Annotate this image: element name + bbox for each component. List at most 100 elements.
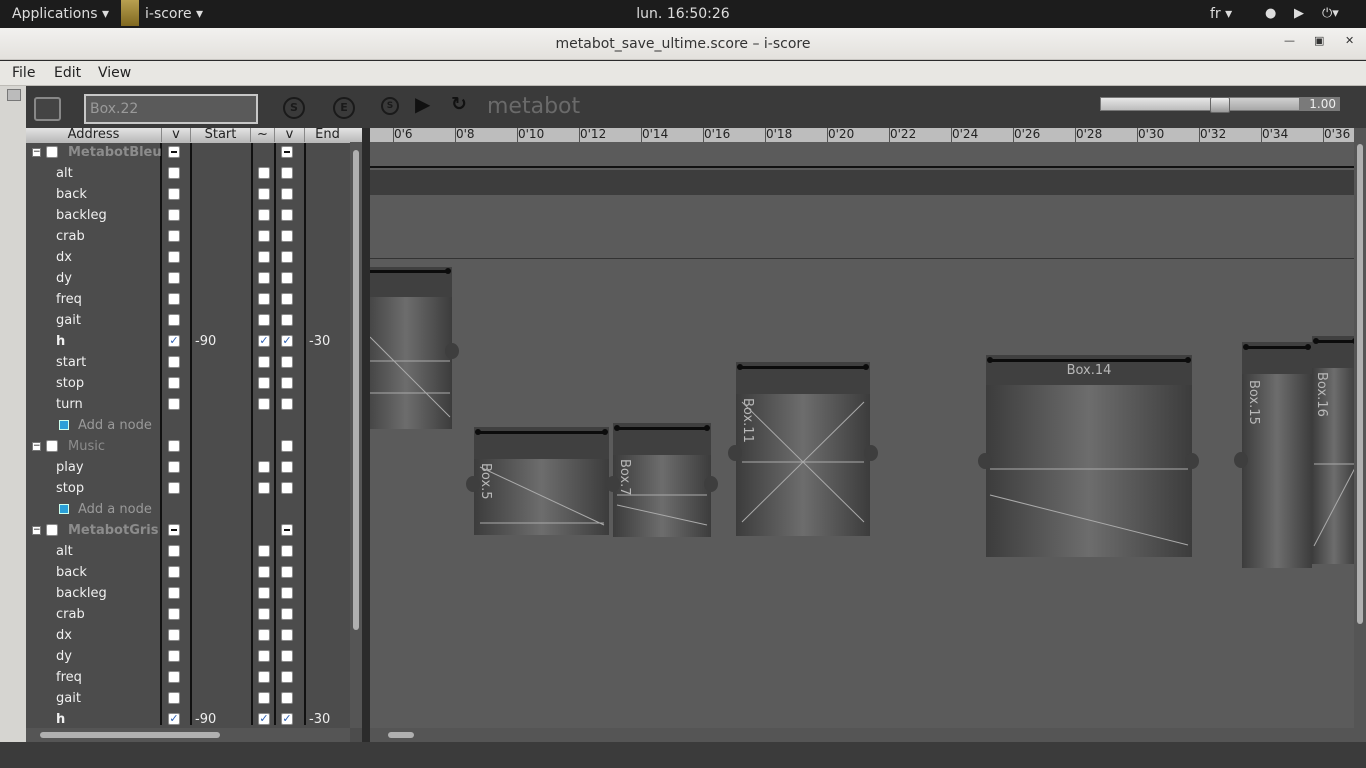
v2-checkbox[interactable] xyxy=(281,188,293,200)
box-handle[interactable] xyxy=(445,343,459,359)
collapse-icon[interactable]: − xyxy=(32,148,41,157)
v2-checkbox[interactable] xyxy=(281,608,293,620)
header-interpolate[interactable]: ~ xyxy=(251,128,275,142)
tree-row[interactable]: freq xyxy=(26,667,350,688)
v-checkbox[interactable] xyxy=(168,461,180,473)
time-ruler[interactable]: 0'6 0'8 0'10 0'12 0'14 0'16 0'18 0'20 0'22 0'24 0'… xyxy=(370,128,1354,142)
tree-row[interactable]: crab xyxy=(26,604,350,625)
tree-row-label[interactable]: Add a node xyxy=(78,418,152,433)
box-handle[interactable] xyxy=(864,445,878,461)
box-handle[interactable] xyxy=(704,476,718,492)
tree-row[interactable]: alt xyxy=(26,541,350,562)
tree-row[interactable]: turn xyxy=(26,394,350,415)
interpolate-checkbox[interactable] xyxy=(258,314,270,326)
tree-row[interactable]: alt xyxy=(26,163,350,184)
v-checkbox[interactable] xyxy=(168,398,180,410)
interpolate-checkbox[interactable] xyxy=(258,671,270,683)
v-checkbox[interactable] xyxy=(168,692,180,704)
v2-checkbox[interactable] xyxy=(281,566,293,578)
tree-horizontal-scrollbar[interactable] xyxy=(26,728,350,742)
language-selector[interactable]: fr ▾ xyxy=(1210,6,1232,22)
header-v2[interactable]: v xyxy=(275,128,305,142)
v-checkbox[interactable] xyxy=(168,524,180,536)
v-checkbox[interactable] xyxy=(168,167,180,179)
interpolate-checkbox[interactable] xyxy=(258,566,270,578)
end-button[interactable]: E xyxy=(333,97,355,119)
tree-row[interactable]: dx xyxy=(26,247,350,268)
interpolate-checkbox[interactable] xyxy=(258,356,270,368)
row-checkbox[interactable] xyxy=(46,146,58,158)
v-checkbox[interactable] xyxy=(168,671,180,683)
interpolate-checkbox[interactable] xyxy=(258,377,270,389)
maximize-icon[interactable]: ▣ xyxy=(1314,34,1324,47)
minimize-icon[interactable]: — xyxy=(1284,34,1295,47)
interpolate-checkbox[interactable] xyxy=(258,167,270,179)
interpolate-checkbox[interactable] xyxy=(258,482,270,494)
v-checkbox[interactable] xyxy=(168,545,180,557)
header-start[interactable]: Start xyxy=(191,128,251,142)
start-button[interactable]: S xyxy=(283,97,305,119)
box-5[interactable]: Box.5 xyxy=(474,427,609,535)
tree-row[interactable]: stop xyxy=(26,373,350,394)
wifi-icon[interactable]: ● xyxy=(1265,6,1276,21)
v-checkbox[interactable] xyxy=(168,356,180,368)
v2-checkbox[interactable] xyxy=(281,314,293,326)
box-handle[interactable] xyxy=(728,445,742,461)
play-icon[interactable]: ▶ xyxy=(415,92,430,116)
interpolate-checkbox[interactable] xyxy=(258,251,270,263)
tree-row[interactable]: stop xyxy=(26,478,350,499)
v2-checkbox[interactable] xyxy=(281,146,293,158)
box-16[interactable]: Box.16 xyxy=(1312,336,1358,564)
tree-row[interactable]: back xyxy=(26,562,350,583)
interpolate-checkbox[interactable]: ✓ xyxy=(258,713,270,725)
header-end[interactable]: End xyxy=(305,128,350,142)
menu-view[interactable]: View xyxy=(98,65,131,81)
header-address[interactable]: Address xyxy=(26,128,162,142)
v2-checkbox[interactable]: ✓ xyxy=(281,335,293,347)
v2-checkbox[interactable] xyxy=(281,650,293,662)
v2-checkbox[interactable] xyxy=(281,230,293,242)
tree-row[interactable]: freq xyxy=(26,289,350,310)
add-node-icon[interactable] xyxy=(59,504,69,514)
box-partial[interactable] xyxy=(370,267,452,429)
zoom-slider-thumb[interactable] xyxy=(1209,97,1230,113)
tree-vertical-scrollbar[interactable] xyxy=(350,142,362,728)
collapse-icon[interactable]: − xyxy=(32,442,41,451)
box-name-field[interactable]: Box.22 xyxy=(84,94,258,124)
tree-row[interactable]: dy xyxy=(26,646,350,667)
v-checkbox[interactable]: ✓ xyxy=(168,713,180,725)
tree-row[interactable]: h ✓ ✓ ✓ -90 -30 xyxy=(26,709,350,730)
box-handle[interactable] xyxy=(1185,453,1199,469)
v-checkbox[interactable] xyxy=(168,272,180,284)
tree-row[interactable]: dx xyxy=(26,625,350,646)
menu-edit[interactable]: Edit xyxy=(54,65,81,81)
tree-row[interactable]: dy xyxy=(26,268,350,289)
v-checkbox[interactable]: ✓ xyxy=(168,335,180,347)
v2-checkbox[interactable] xyxy=(281,461,293,473)
loop-icon[interactable]: ↻ xyxy=(451,93,467,115)
v-checkbox[interactable] xyxy=(168,146,180,158)
box-handle[interactable] xyxy=(1234,452,1248,468)
v-checkbox[interactable] xyxy=(168,440,180,452)
v2-checkbox[interactable] xyxy=(281,587,293,599)
v-checkbox[interactable] xyxy=(168,314,180,326)
tree-row[interactable]: − MetabotGris xyxy=(26,520,350,541)
header-v[interactable]: v xyxy=(162,128,191,142)
tree-row[interactable]: gait xyxy=(26,310,350,331)
power-icon[interactable]: ⏻▾ xyxy=(1322,6,1339,21)
scenario-canvas[interactable]: Box.5 Box.7 Box.11 Box.14 Box.15 Box.16 xyxy=(370,142,1358,728)
v2-checkbox[interactable] xyxy=(281,629,293,641)
add-node-icon[interactable] xyxy=(59,420,69,430)
stop-button[interactable]: S xyxy=(381,97,399,115)
v2-checkbox[interactable] xyxy=(281,398,293,410)
v2-checkbox[interactable] xyxy=(281,482,293,494)
dock-toggle-icon[interactable] xyxy=(7,89,21,101)
applications-menu[interactable]: Applications ▾ xyxy=(12,6,109,22)
interpolate-checkbox[interactable] xyxy=(258,461,270,473)
interpolate-checkbox[interactable] xyxy=(258,293,270,305)
tree-row[interactable]: Add a node xyxy=(26,499,350,520)
end-value[interactable]: -30 xyxy=(309,712,330,727)
interpolate-checkbox[interactable]: ✓ xyxy=(258,335,270,347)
volume-icon[interactable]: ▶ xyxy=(1294,6,1304,21)
menu-file[interactable]: File xyxy=(12,65,35,81)
